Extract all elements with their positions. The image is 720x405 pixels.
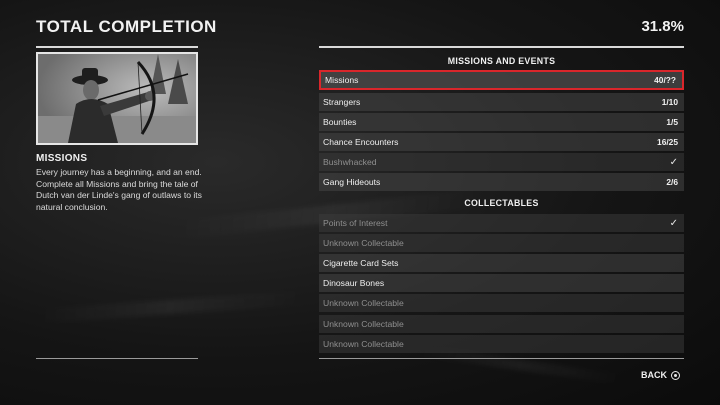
row-label: Missions — [325, 75, 359, 85]
row-strangers[interactable]: Strangers 1/10 — [319, 93, 684, 111]
cowboy-archer-image — [38, 54, 196, 143]
row-chance-encounters[interactable]: Chance Encounters 16/25 — [319, 133, 684, 151]
completion-screen: TOTAL COMPLETION 31.8% MISSIONS Every jo… — [0, 0, 720, 405]
row-label: Unknown Collectable — [323, 298, 404, 308]
row-label: Points of Interest — [323, 218, 388, 228]
row-value: 16/25 — [657, 137, 678, 147]
background-smudge — [39, 290, 301, 324]
page-title: TOTAL COMPLETION — [36, 17, 217, 36]
circle-button-icon — [671, 370, 680, 380]
row-label: Cigarette Card Sets — [323, 258, 399, 268]
back-label: BACK — [641, 370, 667, 380]
row-label: Bounties — [323, 117, 357, 127]
left-divider — [36, 46, 198, 48]
checkmark-icon: ✓ — [669, 217, 678, 229]
row-unknown-collectable[interactable]: Unknown Collectable — [319, 335, 684, 353]
detail-title: MISSIONS — [36, 153, 88, 164]
row-label: Dinosaur Bones — [323, 278, 385, 288]
left-bottom-divider — [36, 358, 198, 359]
mission-illustration — [36, 52, 198, 145]
row-dinosaur-bones[interactable]: Dinosaur Bones — [319, 274, 684, 292]
row-points-of-interest[interactable]: Points of Interest ✓ — [319, 214, 684, 232]
row-cigarette-card-sets[interactable]: Cigarette Card Sets — [319, 254, 684, 272]
row-label: Unknown Collectable — [323, 319, 404, 329]
row-label: Chance Encounters — [323, 137, 399, 147]
row-gang-hideouts[interactable]: Gang Hideouts 2/6 — [319, 173, 684, 191]
right-divider — [319, 46, 684, 48]
right-bottom-divider — [319, 358, 684, 359]
row-value: 1/10 — [661, 97, 678, 107]
row-bushwhacked[interactable]: Bushwhacked ✓ — [319, 153, 684, 171]
row-unknown-collectable[interactable]: Unknown Collectable — [319, 315, 684, 333]
detail-description: Every journey has a beginning, and an en… — [36, 167, 202, 212]
row-label: Bushwhacked — [323, 157, 377, 167]
row-label: Unknown Collectable — [323, 238, 404, 248]
row-value: 2/6 — [666, 177, 678, 187]
completion-percent: 31.8% — [641, 18, 684, 35]
row-label: Unknown Collectable — [323, 339, 404, 349]
row-label: Gang Hideouts — [323, 177, 381, 187]
row-bounties[interactable]: Bounties 1/5 — [319, 113, 684, 131]
row-value: 40/?? — [654, 75, 676, 85]
row-missions[interactable]: Missions 40/?? — [319, 70, 684, 90]
section-header-missions-events: MISSIONS AND EVENTS — [447, 56, 556, 66]
checkmark-icon: ✓ — [669, 156, 678, 168]
row-unknown-collectable[interactable]: Unknown Collectable — [319, 294, 684, 312]
back-button[interactable]: BACK — [641, 370, 680, 380]
row-label: Strangers — [323, 97, 361, 107]
section-header-collectables: COLLECTABLES — [464, 198, 539, 208]
row-value: 1/5 — [666, 117, 678, 127]
row-unknown-collectable[interactable]: Unknown Collectable — [319, 234, 684, 252]
